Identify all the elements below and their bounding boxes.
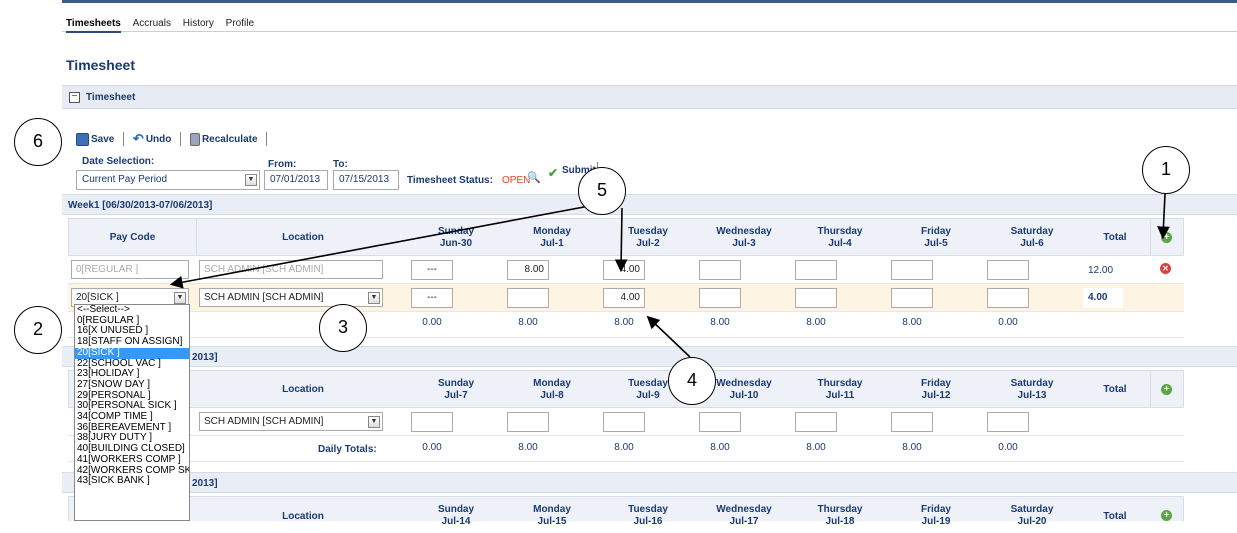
callout-arrow: [1157, 193, 1170, 240]
callout-arrow: [614, 207, 628, 273]
annotation-arrows: [169, 193, 1170, 358]
callout-arrow: [169, 203, 601, 289]
callout-1: 1: [1142, 146, 1190, 194]
callout-arrow: [646, 315, 691, 358]
callout-4: 4: [668, 357, 716, 405]
callout-6: 6: [14, 118, 62, 166]
callout-5: 5: [578, 167, 626, 215]
callout-2: 2: [14, 306, 62, 354]
callout-3: 3: [319, 304, 367, 352]
